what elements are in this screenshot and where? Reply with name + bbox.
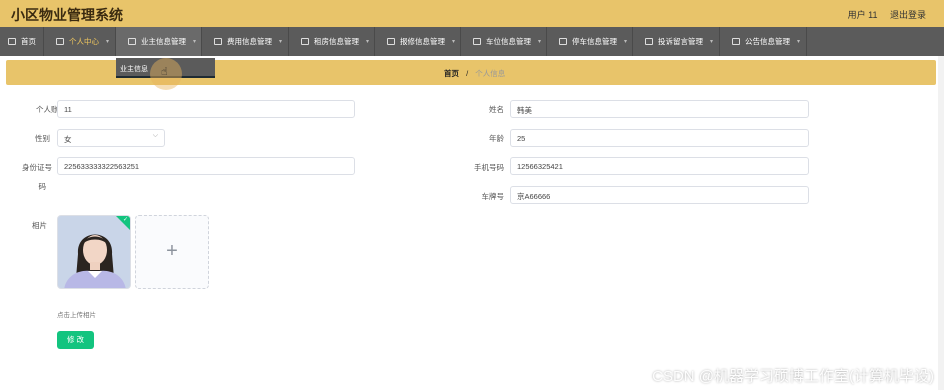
id-card-label-wrap: 码 [38,182,47,191]
gender-value: 女 [64,135,72,144]
nav-fee-info-label: 费用信息管理 [227,37,272,46]
message-icon [473,38,481,45]
watermark: CSDN @机器学习硕博工作室(计算机毕设) [652,368,934,385]
main-nav: 首页 个人中心 ▾ 业主信息管理 ▾ 费用信息管理 ▾ 租房信息管理 ▾ 报修信… [0,27,944,56]
chevron-down-icon: ▾ [279,39,283,45]
nav-announcement-label: 公告信息管理 [745,37,790,46]
plate-input[interactable]: 京A66666 [510,186,809,204]
username: 用户 11 [847,10,878,20]
nav-parking-info-label: 停车信息管理 [572,37,617,46]
photo-label: 相片 [32,221,47,230]
nav-parking-space-info[interactable]: 车位信息管理 ▾ [461,27,547,56]
nav-fee-info[interactable]: 费用信息管理 ▾ [202,27,289,56]
id-card-input[interactable]: 225633333322563251 [57,157,355,175]
nav-rental-info[interactable]: 租房信息管理 ▾ [289,27,375,56]
nav-complaint[interactable]: 投诉留言管理 ▾ [633,27,720,56]
submit-button[interactable]: 修 改 [57,331,94,349]
grid-icon [301,38,309,45]
chevron-down-icon: ▾ [452,39,456,45]
chevron-down-icon: ▾ [366,39,370,45]
nav-rental-info-label: 租房信息管理 [314,37,359,46]
user-area: 用户 11 退出登录 [838,8,926,21]
breadcrumb-separator: / [466,69,469,78]
scrollbar[interactable] [938,56,944,390]
chevron-down-icon: ▾ [710,39,714,45]
photo-upload-button[interactable]: + [135,215,209,289]
logout-link[interactable]: 退出登录 [890,10,926,20]
account-input[interactable]: 11 [57,100,355,118]
age-label: 年龄 [489,134,504,143]
nav-repair-info-label: 报修信息管理 [400,37,445,46]
nav-parking-info[interactable]: 停车信息管理 ▾ [547,27,633,56]
home-icon [8,38,16,45]
nav-announcement[interactable]: 公告信息管理 ▾ [720,27,807,56]
nav-owner-info[interactable]: 业主信息管理 ▾ [116,27,202,56]
chevron-down-icon: ▾ [797,39,801,45]
car-icon [559,38,567,45]
chevron-down-icon: ⌵ [152,132,158,139]
photo-preview[interactable]: ✓ [57,215,131,289]
menu-icon [732,38,740,45]
list-icon [387,38,395,45]
name-label: 姓名 [489,105,504,114]
pointer-cursor-icon: ☝ [161,66,168,78]
phone-label: 手机号码 [474,163,504,172]
age-input[interactable]: 25 [510,129,809,147]
gender-label: 性别 [35,134,50,143]
gender-select[interactable]: 女 ⌵ [57,129,165,147]
nav-repair-info[interactable]: 报修信息管理 ▾ [375,27,461,56]
chevron-down-icon: ▾ [538,39,542,45]
nav-complaint-label: 投诉留言管理 [658,37,703,46]
top-header: 小区物业管理系统 用户 11 退出登录 [0,0,944,27]
nav-home[interactable]: 首页 [0,27,44,56]
id-card-label: 身份证号 [22,163,52,172]
breadcrumb-trail: 首页 / 个人信息 [444,68,505,79]
plus-icon: + [166,240,178,262]
app-title: 小区物业管理系统 [11,7,123,23]
nav-owner-info-label: 业主信息管理 [141,37,186,46]
building-icon [128,38,136,45]
breadcrumb-current: 个人信息 [475,69,506,78]
breadcrumb-home[interactable]: 首页 [444,69,459,78]
user-icon [56,38,64,45]
phone-input[interactable]: 12566325421 [510,157,809,175]
crop-icon [214,38,222,45]
nav-personal-center[interactable]: 个人中心 ▾ [44,27,116,56]
dropdown-item-owner-info[interactable]: 业主信息 [120,64,148,74]
plate-label: 车牌号 [481,192,505,201]
chevron-down-icon: ▾ [193,39,197,45]
check-icon: ✓ [122,217,128,223]
upload-hint: 点击上传相片 [57,312,96,319]
chevron-down-icon: ▾ [106,39,110,45]
chevron-down-icon: ▾ [624,39,628,45]
name-input[interactable]: 韩美 [510,100,809,118]
nav-home-label: 首页 [21,37,36,46]
nav-personal-center-label: 个人中心 [69,37,99,46]
nav-parking-space-info-label: 车位信息管理 [486,37,531,46]
document-icon [645,38,653,45]
